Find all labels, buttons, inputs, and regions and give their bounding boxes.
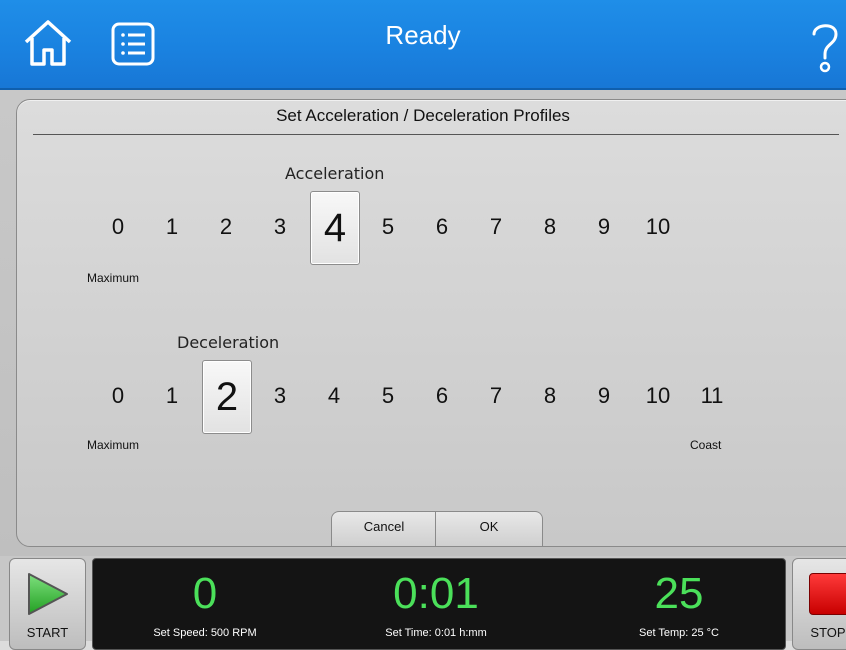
stop-label: STOP	[810, 625, 846, 640]
deceleration-option-4[interactable]: 4	[314, 383, 354, 409]
deceleration-label: Deceleration	[177, 333, 280, 352]
time-readout: 0:01	[393, 569, 479, 618]
start-button[interactable]: START	[9, 558, 86, 650]
acceleration-maximum-label: Maximum	[87, 271, 140, 285]
status-title: Ready	[385, 20, 461, 50]
set-time-label: Set Time: 0:01 h:mm	[385, 627, 487, 639]
acceleration-option-6[interactable]: 6	[422, 214, 462, 240]
acceleration-option-0[interactable]: 0	[98, 214, 138, 240]
start-label: START	[26, 625, 69, 640]
deceleration-coast-label: Coast	[690, 438, 722, 452]
acceleration-option-1[interactable]: 1	[152, 214, 192, 240]
deceleration-option-11[interactable]: 11	[692, 383, 732, 409]
acceleration-option-9[interactable]: 9	[584, 214, 624, 240]
set-speed-label: Set Speed: 500 RPM	[153, 627, 257, 639]
deceleration-option-0[interactable]: 0	[98, 383, 138, 409]
run-display: 0 Set Speed: 500 RPM 0:01 Set Time: 0:01…	[92, 558, 786, 650]
acceleration-option-7[interactable]: 7	[476, 214, 516, 240]
acceleration-option-8[interactable]: 8	[530, 214, 570, 240]
profile-dialog	[16, 99, 846, 547]
acceleration-option-10[interactable]: 10	[638, 214, 678, 240]
deceleration-maximum-label: Maximum	[87, 438, 140, 452]
deceleration-option-1[interactable]: 1	[152, 383, 192, 409]
acceleration-option-2[interactable]: 2	[206, 214, 246, 240]
stop-icon	[809, 573, 846, 615]
help-icon	[812, 24, 838, 73]
help-button[interactable]	[810, 18, 840, 74]
deceleration-option-7[interactable]: 7	[476, 383, 516, 409]
speed-readout: 0	[192, 569, 218, 618]
deceleration-option-5[interactable]: 5	[368, 383, 408, 409]
ok-button[interactable]: OK	[435, 511, 543, 546]
play-icon	[28, 573, 68, 615]
acceleration-option-4[interactable]: 4	[310, 191, 360, 265]
dialog-title: Set Acceleration / Deceleration Profiles	[276, 106, 570, 125]
title-bar: Ready	[0, 0, 846, 90]
title-divider	[33, 134, 839, 135]
deceleration-option-6[interactable]: 6	[422, 383, 462, 409]
deceleration-option-8[interactable]: 8	[530, 383, 570, 409]
acceleration-label: Acceleration	[285, 164, 385, 183]
stop-button[interactable]: STOP	[792, 558, 846, 650]
deceleration-option-9[interactable]: 9	[584, 383, 624, 409]
deceleration-option-10[interactable]: 10	[638, 383, 678, 409]
acceleration-option-5[interactable]: 5	[368, 214, 408, 240]
deceleration-option-3[interactable]: 3	[260, 383, 300, 409]
set-temp-label: Set Temp: 25 °C	[638, 627, 719, 639]
temp-readout: 25	[654, 569, 704, 618]
acceleration-option-3[interactable]: 3	[260, 214, 300, 240]
deceleration-option-2[interactable]: 2	[202, 360, 252, 434]
cancel-button[interactable]: Cancel	[331, 511, 437, 546]
